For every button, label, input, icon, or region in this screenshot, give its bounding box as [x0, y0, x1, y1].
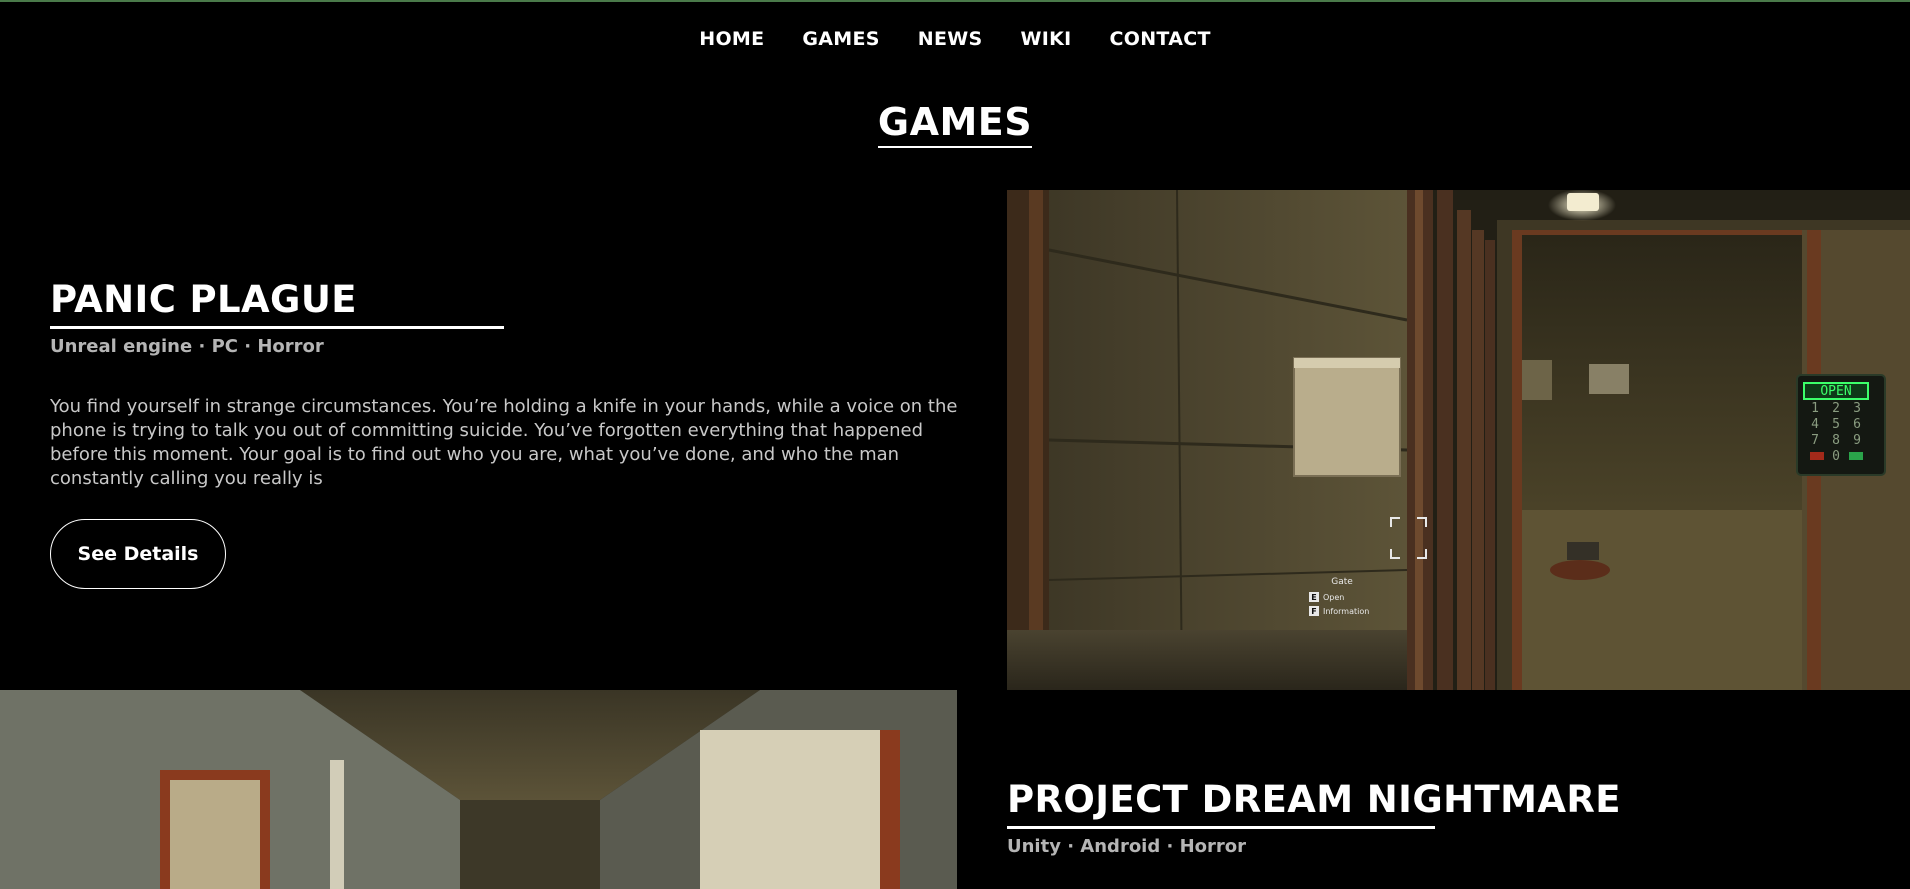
keypad-key-7: 7: [1811, 433, 1819, 448]
corridor-scene: OPEN 1 2 3 4 5 6 7 8 9 0 Gate E Open F I…: [1007, 190, 1910, 690]
keypad-key-5: 5: [1832, 417, 1840, 432]
game-meta: Unity · Android · Horror: [1007, 836, 1247, 857]
keypad-key-8: 8: [1832, 433, 1840, 448]
prompt-action-information: Information: [1323, 607, 1369, 616]
game-meta: Unreal engine · PC · Horror: [50, 336, 324, 357]
section-heading: GAMES: [0, 100, 1910, 148]
keypad-key-2: 2: [1832, 401, 1840, 416]
game-screenshot-project-dream-nightmare[interactable]: [0, 690, 957, 889]
hallway-scene: [0, 690, 957, 889]
nav-home[interactable]: HOME: [699, 26, 764, 52]
page: HOME GAMES NEWS WIKI CONTACT GAMES PANIC…: [0, 0, 1910, 889]
section-title: GAMES: [877, 100, 1033, 148]
prompt-key-e: E: [1311, 593, 1316, 602]
title-underline: [1007, 826, 1435, 829]
game-title: PANIC PLAGUE: [50, 278, 357, 321]
keypad-key-9: 9: [1853, 433, 1861, 448]
game-card-project-dream-nightmare: PROJECT DREAM NIGHTMARE Unity · Android …: [1007, 776, 1887, 859]
nav-news[interactable]: NEWS: [918, 26, 983, 52]
keypad-key-0: 0: [1832, 449, 1840, 464]
prompt-title: Gate: [1331, 577, 1353, 587]
main-nav: HOME GAMES NEWS WIKI CONTACT: [0, 26, 1910, 52]
keypad-key-4: 4: [1811, 417, 1819, 432]
nav-wiki[interactable]: WIKI: [1021, 26, 1072, 52]
top-accent-line: [0, 0, 1910, 2]
see-details-button[interactable]: See Details: [50, 519, 226, 589]
nav-contact[interactable]: CONTACT: [1110, 26, 1211, 52]
keypad-key-3: 3: [1853, 401, 1861, 416]
game-title: PROJECT DREAM NIGHTMARE: [1007, 778, 1621, 821]
game-screenshot-panic-plague[interactable]: OPEN 1 2 3 4 5 6 7 8 9 0 Gate E Open F I…: [1007, 190, 1910, 690]
keypad-key-1: 1: [1811, 401, 1819, 416]
prompt-key-f: F: [1311, 607, 1316, 616]
prompt-action-open: Open: [1323, 593, 1344, 602]
keypad-display: OPEN: [1820, 384, 1851, 399]
game-card-panic-plague: PANIC PLAGUE Unreal engine · PC · Horror…: [50, 276, 957, 589]
keypad-key-6: 6: [1853, 417, 1861, 432]
title-underline: [50, 326, 504, 329]
game-description: You find yourself in strange circumstanc…: [50, 396, 958, 489]
nav-games[interactable]: GAMES: [802, 26, 879, 52]
